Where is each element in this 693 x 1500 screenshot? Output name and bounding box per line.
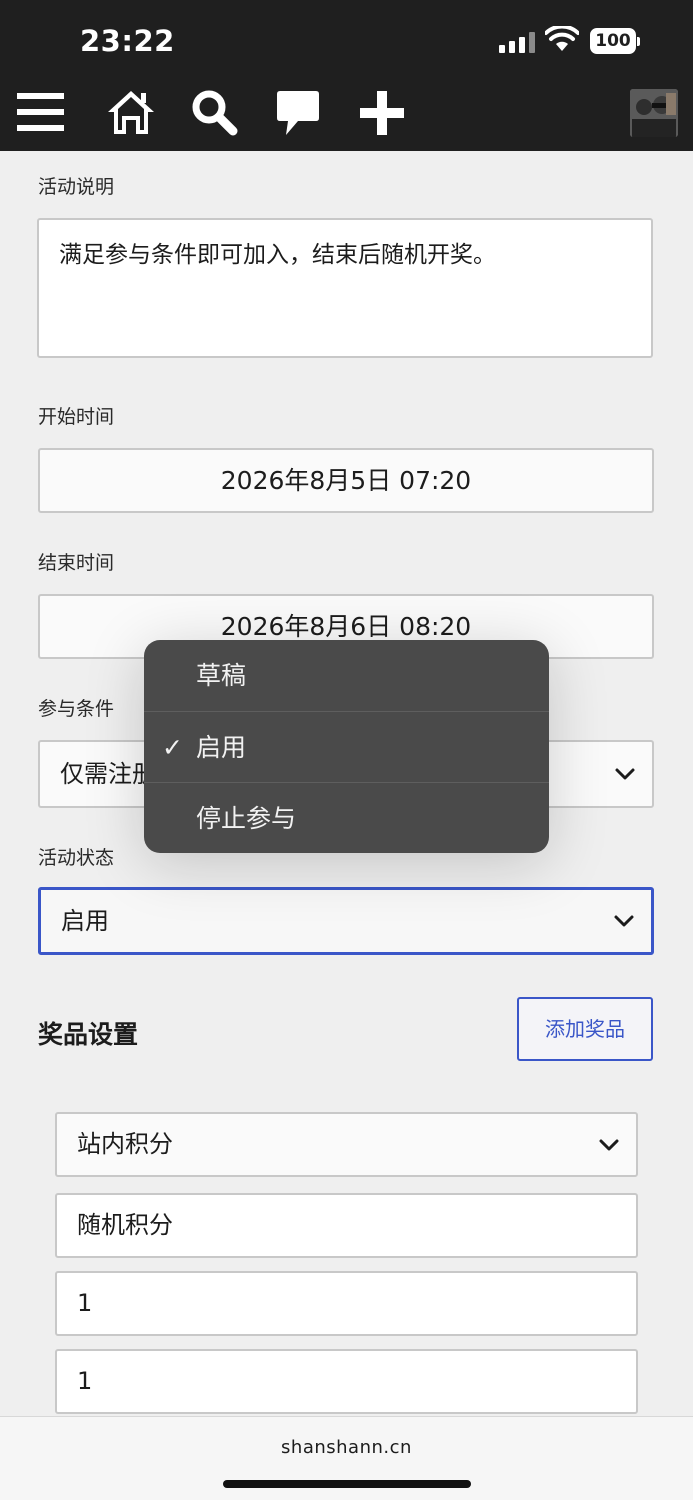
dropdown-option-label: 草稿 bbox=[196, 661, 247, 690]
chevron-down-icon bbox=[599, 1139, 619, 1150]
dropdown-option-label: 启用 bbox=[196, 733, 247, 762]
end-time-label: 结束时间 bbox=[38, 552, 115, 574]
condition-label: 参与条件 bbox=[38, 698, 115, 720]
status-select[interactable]: 启用 bbox=[38, 887, 654, 955]
dropdown-option-stopped[interactable]: 停止参与 bbox=[144, 782, 549, 853]
browser-url-bar[interactable]: shanshann.cn bbox=[0, 1416, 693, 1500]
menu-icon[interactable] bbox=[17, 88, 67, 138]
description-label: 活动说明 bbox=[38, 176, 115, 198]
battery-indicator: 100 bbox=[590, 28, 640, 54]
chat-icon[interactable] bbox=[274, 88, 324, 138]
prize-type-value: 站内积分 bbox=[77, 1130, 173, 1158]
home-icon[interactable] bbox=[106, 88, 156, 138]
prize-quantity-input[interactable]: 1 bbox=[55, 1271, 638, 1336]
url-text[interactable]: shanshann.cn bbox=[0, 1437, 693, 1458]
home-indicator bbox=[223, 1480, 471, 1488]
top-bar: 23:22 100 bbox=[0, 0, 693, 151]
plus-icon[interactable] bbox=[357, 88, 407, 138]
status-select-value: 启用 bbox=[61, 907, 109, 935]
add-prize-button[interactable]: 添加奖品 bbox=[517, 997, 653, 1061]
status-time: 23:22 bbox=[80, 24, 175, 58]
prize-amount-input[interactable]: 1 bbox=[55, 1349, 638, 1414]
start-time-label: 开始时间 bbox=[38, 406, 115, 428]
avatar[interactable] bbox=[630, 89, 678, 137]
prize-type-select[interactable]: 站内积分 bbox=[55, 1112, 638, 1177]
status-dropdown-menu: 草稿 ✓ 启用 停止参与 bbox=[144, 640, 549, 853]
checkmark-icon: ✓ bbox=[162, 733, 183, 762]
condition-select-value: 仅需注册 bbox=[60, 760, 156, 788]
prizes-section-title: 奖品设置 bbox=[38, 1020, 139, 1049]
dropdown-option-draft[interactable]: 草稿 bbox=[144, 640, 549, 711]
description-textarea[interactable]: 满足参与条件即可加入，结束后随机开奖。 bbox=[37, 218, 653, 358]
start-time-field[interactable]: 2026年8月5日 07:20 bbox=[38, 448, 654, 513]
search-icon[interactable] bbox=[190, 88, 240, 138]
cellular-signal-icon bbox=[499, 31, 535, 53]
chevron-down-icon bbox=[615, 768, 635, 780]
dropdown-option-label: 停止参与 bbox=[196, 804, 297, 833]
wifi-icon bbox=[545, 26, 579, 51]
prize-name-input[interactable]: 随机积分 bbox=[55, 1193, 638, 1258]
status-label: 活动状态 bbox=[38, 847, 115, 869]
dropdown-option-enabled[interactable]: ✓ 启用 bbox=[144, 711, 549, 782]
chevron-down-icon bbox=[614, 915, 634, 927]
